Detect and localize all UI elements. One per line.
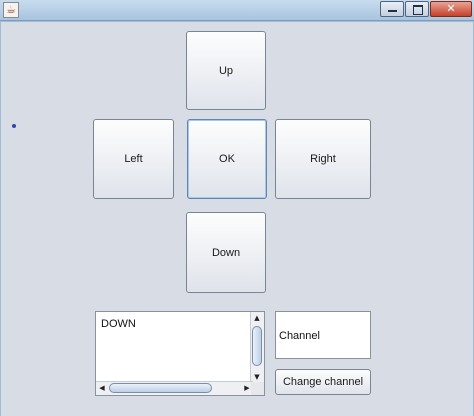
vertical-scrollbar[interactable]: ▲ ▼ <box>250 312 264 383</box>
channel-field[interactable]: Channel <box>275 311 371 359</box>
maximize-button[interactable] <box>405 1 429 17</box>
scroll-left-arrow-icon[interactable]: ◀ <box>96 383 108 393</box>
vertical-scroll-thumb[interactable] <box>252 326 262 366</box>
left-button[interactable]: Left <box>93 119 174 199</box>
horizontal-scrollbar[interactable]: ◀ ▶ <box>96 381 253 395</box>
content-panel: Up Left OK Right Down DOWN ▲ ▼ ◀ ▶ Chann… <box>1 22 473 416</box>
horizontal-scroll-thumb[interactable] <box>109 383 212 393</box>
app-window: ☕ ✕ Up Left OK Right Down DOWN ▲ ▼ ◀ ▶ C… <box>0 0 474 416</box>
up-button[interactable]: Up <box>186 31 266 110</box>
minimize-icon <box>388 10 397 12</box>
minimize-button[interactable] <box>380 1 404 17</box>
window-controls: ✕ <box>379 1 472 17</box>
scroll-up-arrow-icon[interactable]: ▲ <box>251 313 263 323</box>
java-cup-icon[interactable]: ☕ <box>3 2 19 18</box>
title-bar[interactable]: ☕ ✕ <box>0 0 474 21</box>
ok-button[interactable]: OK <box>187 119 267 199</box>
scroll-corner <box>251 382 264 395</box>
change-channel-button[interactable]: Change channel <box>275 369 371 395</box>
maximize-icon <box>413 5 423 15</box>
close-icon: ✕ <box>446 2 456 15</box>
log-text-area[interactable]: DOWN ▲ ▼ ◀ ▶ <box>95 311 265 396</box>
down-button[interactable]: Down <box>186 212 266 293</box>
log-text: DOWN <box>101 318 136 330</box>
right-button[interactable]: Right <box>275 119 371 199</box>
indicator-dot <box>12 124 16 128</box>
close-button[interactable]: ✕ <box>430 1 472 17</box>
